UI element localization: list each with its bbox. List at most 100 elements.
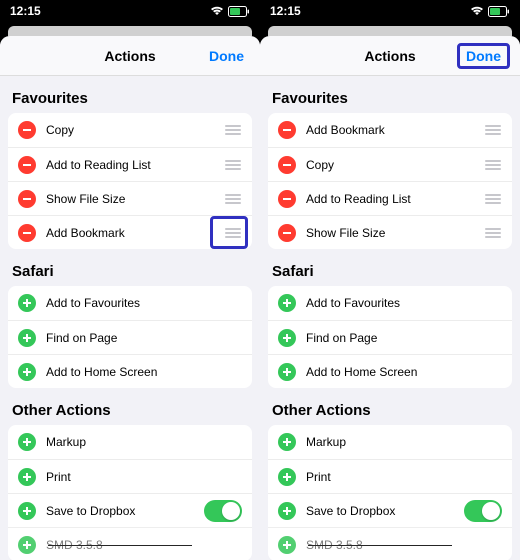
list-item[interactable]: Add to Favourites [268,286,512,320]
list-item[interactable]: Show File Size [268,215,512,249]
remove-icon[interactable] [18,121,36,139]
list-item-label: SMD 3.5.8 [46,538,242,552]
list-item[interactable]: Add to Home Screen [268,354,512,388]
list-item[interactable]: Print [268,459,512,493]
list-item[interactable]: Show File Size [8,181,252,215]
add-icon[interactable] [278,536,296,554]
section-header-other: Other Actions [260,388,520,425]
add-icon[interactable] [278,363,296,381]
add-icon[interactable] [18,502,36,520]
drag-handle-icon[interactable] [224,160,242,170]
list-item-label: Add to Favourites [306,296,502,310]
remove-icon[interactable] [278,190,296,208]
list-item[interactable]: Print [8,459,252,493]
remove-icon[interactable] [278,121,296,139]
list-item[interactable]: Add Bookmark [268,113,512,147]
list-item-label: Markup [46,435,242,449]
status-time: 12:15 [270,4,301,18]
list-item[interactable]: Add to Home Screen [8,354,252,388]
list-item-label: Find on Page [306,331,502,345]
other-actions-group: Markup Print Save to Dropbox SMD 3.5.8 [268,425,512,560]
list-item-label: Show File Size [46,192,224,206]
toggle-switch[interactable] [204,500,242,522]
add-icon[interactable] [18,536,36,554]
remove-icon[interactable] [18,224,36,242]
list-item-label: Copy [46,123,224,137]
list-item[interactable]: Add Bookmark [8,215,252,249]
section-header-favourites: Favourites [0,76,260,113]
drag-handle-icon[interactable] [484,160,502,170]
drag-handle-icon[interactable] [484,228,502,238]
safari-group: Add to Favourites Find on Page Add to Ho… [8,286,252,388]
done-button[interactable]: Done [457,43,510,69]
sheet-backdrop [260,22,520,36]
list-item-label: Show File Size [306,226,484,240]
add-icon[interactable] [278,468,296,486]
favourites-group: Add Bookmark Copy Add to Reading List Sh… [268,113,512,249]
section-header-other: Other Actions [0,388,260,425]
sheet-backdrop [0,22,260,36]
add-icon[interactable] [18,433,36,451]
list-item-label: Find on Page [46,331,242,345]
battery-icon [488,6,510,17]
list-item[interactable]: SMD 3.5.8 [8,527,252,560]
add-icon[interactable] [278,329,296,347]
list-item[interactable]: Save to Dropbox [8,493,252,527]
done-button[interactable]: Done [203,44,250,68]
drag-handle-icon[interactable] [484,194,502,204]
add-icon[interactable] [18,294,36,312]
status-bar: 12:15 [260,0,520,22]
drag-handle-icon[interactable] [224,228,242,238]
list-item-label: Save to Dropbox [46,504,204,518]
list-item[interactable]: Add to Reading List [8,147,252,181]
list-item[interactable]: Markup [8,425,252,459]
list-item-label: Copy [306,158,484,172]
wifi-icon [470,6,484,16]
remove-icon[interactable] [278,224,296,242]
list-item-label: Add to Home Screen [46,365,242,379]
list-item[interactable]: Save to Dropbox [268,493,512,527]
drag-handle-icon[interactable] [484,125,502,135]
actions-sheet: Actions Done Favourites Copy Add to Read… [0,36,260,560]
toggle-switch[interactable] [464,500,502,522]
list-item[interactable]: Find on Page [268,320,512,354]
add-icon[interactable] [18,468,36,486]
list-item[interactable]: SMD 3.5.8 [268,527,512,560]
list-item-label: Add to Reading List [46,158,224,172]
add-icon[interactable] [278,433,296,451]
battery-icon [228,6,250,17]
list-item[interactable]: Copy [8,113,252,147]
list-item[interactable]: Add to Favourites [8,286,252,320]
section-header-safari: Safari [0,249,260,286]
nav-bar: Actions Done [260,36,520,76]
list-item[interactable]: Markup [268,425,512,459]
add-icon[interactable] [278,502,296,520]
add-icon[interactable] [18,363,36,381]
list-item[interactable]: Add to Reading List [268,181,512,215]
list-item-label: Add to Reading List [306,192,484,206]
drag-handle-icon[interactable] [224,194,242,204]
actions-sheet: Actions Done Favourites Add Bookmark Cop… [260,36,520,560]
section-header-safari: Safari [260,249,520,286]
list-item[interactable]: Copy [268,147,512,181]
list-item-label: SMD 3.5.8 [306,538,502,552]
phone-screen-right: 12:15 Actions Done Favourites Add Bookma… [260,0,520,560]
list-item-label: Markup [306,435,502,449]
list-item-label: Add to Home Screen [306,365,502,379]
phone-screen-left: 12:15 Actions Done Favourites Copy Add t… [0,0,260,560]
remove-icon[interactable] [18,190,36,208]
other-actions-group: Markup Print Save to Dropbox SMD 3.5.8 [8,425,252,560]
add-icon[interactable] [18,329,36,347]
list-item-label: Add Bookmark [46,226,224,240]
page-title: Actions [104,48,155,64]
add-icon[interactable] [278,294,296,312]
remove-icon[interactable] [278,156,296,174]
page-title: Actions [364,48,415,64]
list-item-label: Print [46,470,242,484]
remove-icon[interactable] [18,156,36,174]
favourites-group: Copy Add to Reading List Show File Size … [8,113,252,249]
list-item-label: Add to Favourites [46,296,242,310]
drag-handle-icon[interactable] [224,125,242,135]
status-bar: 12:15 [0,0,260,22]
list-item[interactable]: Find on Page [8,320,252,354]
